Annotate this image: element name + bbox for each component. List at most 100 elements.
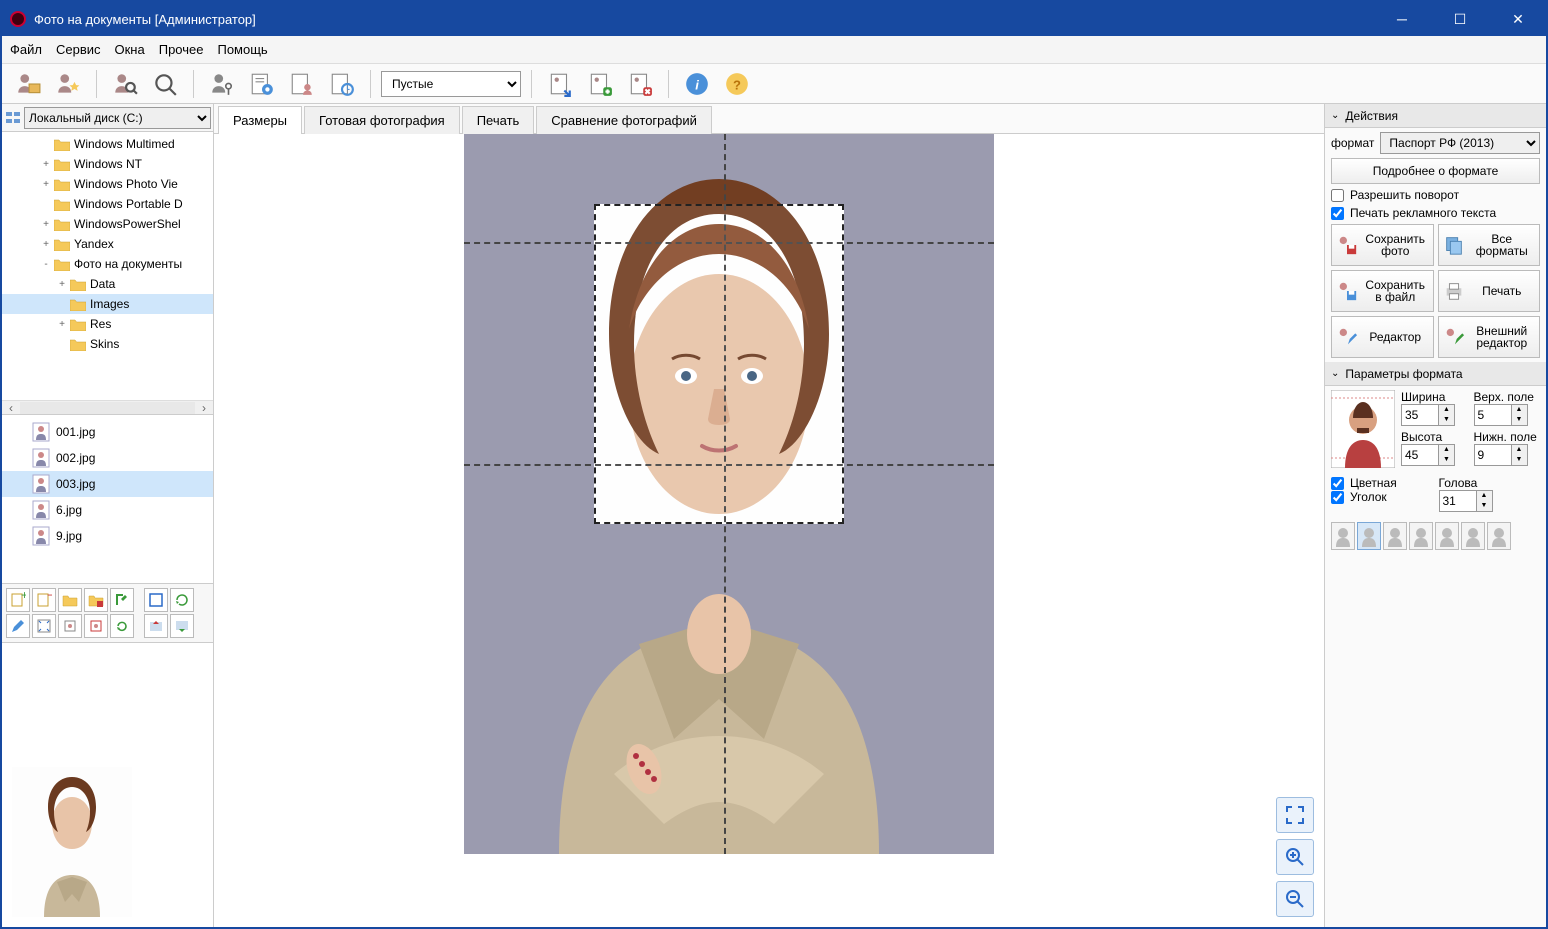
print-button[interactable]: Печать (1438, 270, 1541, 312)
tree-item[interactable]: -Фото на документы (2, 254, 213, 274)
tool-doc-arrow-icon[interactable] (542, 67, 578, 101)
actions-header[interactable]: ⌄Действия (1325, 104, 1546, 128)
mini-redcrop-icon[interactable] (84, 614, 108, 638)
tool-doc-add-icon[interactable] (582, 67, 618, 101)
params-header[interactable]: ⌄Параметры формата (1325, 362, 1546, 386)
mini-img-down-icon[interactable] (170, 614, 194, 638)
height-input[interactable]: ▲▼ (1401, 444, 1468, 466)
drive-list-icon[interactable] (4, 109, 22, 127)
format-preview-icon (1331, 390, 1395, 468)
thumbnail-image (12, 767, 132, 917)
tree-item[interactable]: Skins (2, 334, 213, 354)
height-label: Высота (1401, 430, 1468, 444)
bottom-margin-input[interactable]: ▲▼ (1474, 444, 1541, 466)
mini-crop-icon[interactable] (58, 614, 82, 638)
mini-export-icon[interactable] (110, 588, 134, 612)
tree-item[interactable]: Windows Portable D (2, 194, 213, 214)
fit-screen-icon[interactable] (1276, 797, 1314, 833)
main-toolbar: Пустые i ? (2, 64, 1546, 104)
crop-option-2[interactable] (1357, 522, 1381, 550)
folder-tree[interactable]: Windows Multimed+Windows NT+Windows Phot… (2, 132, 213, 400)
tree-hscroll[interactable]: ‹› (2, 400, 213, 414)
print-ad-checkbox[interactable]: Печать рекламного текста (1331, 206, 1540, 220)
tree-item[interactable]: +Windows NT (2, 154, 213, 174)
external-editor-button[interactable]: Внешний редактор (1438, 316, 1541, 358)
save-photo-button[interactable]: Сохранить фото (1331, 224, 1434, 266)
file-item[interactable]: 003.jpg (2, 471, 213, 497)
all-formats-button[interactable]: Все форматы (1438, 224, 1541, 266)
tool-person-search-icon[interactable] (107, 67, 143, 101)
mini-remove-file-icon[interactable]: − (32, 588, 56, 612)
zoom-out-icon[interactable] (1276, 881, 1314, 917)
color-checkbox[interactable]: Цветная (1331, 476, 1433, 490)
allow-rotate-checkbox[interactable]: Разрешить поворот (1331, 188, 1540, 202)
tab-ready-photo[interactable]: Готовая фотография (304, 106, 460, 134)
crop-option-5[interactable] (1435, 522, 1459, 550)
window-title: Фото на документы [Администратор] (34, 12, 1382, 27)
menubar: Файл Сервис Окна Прочее Помощь (2, 36, 1546, 64)
minimize-button[interactable]: ─ (1382, 5, 1422, 33)
menu-file[interactable]: Файл (10, 42, 42, 57)
tree-item[interactable]: +Yandex (2, 234, 213, 254)
tree-item[interactable]: +WindowsPowerShel (2, 214, 213, 234)
tree-item[interactable]: Images (2, 294, 213, 314)
mini-refresh-icon[interactable] (110, 614, 134, 638)
tool-person-star-icon[interactable] (50, 67, 86, 101)
top-margin-input[interactable]: ▲▼ (1474, 404, 1541, 426)
toolbar-dropdown[interactable]: Пустые (381, 71, 521, 97)
tool-doc-delete-icon[interactable] (622, 67, 658, 101)
tool-help-icon[interactable]: ? (719, 67, 755, 101)
corner-checkbox[interactable]: Уголок (1331, 490, 1433, 504)
tool-person-folder-icon[interactable] (10, 67, 46, 101)
crop-option-4[interactable] (1409, 522, 1433, 550)
mini-edit-icon[interactable] (6, 614, 30, 638)
menu-help[interactable]: Помощь (217, 42, 267, 57)
mini-fit-icon[interactable] (32, 614, 56, 638)
crop-option-7[interactable] (1487, 522, 1511, 550)
mini-folder-icon[interactable] (58, 588, 82, 612)
zoom-in-icon[interactable] (1276, 839, 1314, 875)
head-input[interactable]: ▲▼ (1439, 490, 1541, 512)
tool-zoom-icon[interactable] (147, 67, 183, 101)
svg-text:i: i (695, 77, 699, 92)
save-file-button[interactable]: Сохранить в файл (1331, 270, 1434, 312)
tree-item[interactable]: +Data (2, 274, 213, 294)
tab-sizes[interactable]: Размеры (218, 106, 302, 134)
editor-button[interactable]: Редактор (1331, 316, 1434, 358)
tree-item[interactable]: +Res (2, 314, 213, 334)
file-item[interactable]: 002.jpg (2, 445, 213, 471)
mini-folder2-icon[interactable] (84, 588, 108, 612)
crop-frame[interactable] (594, 204, 844, 524)
tool-list-gear-icon[interactable] (244, 67, 280, 101)
format-details-button[interactable]: Подробнее о формате (1331, 158, 1540, 184)
crop-option-1[interactable] (1331, 522, 1355, 550)
format-select[interactable]: Паспорт РФ (2013) (1380, 132, 1540, 154)
width-input[interactable]: ▲▼ (1401, 404, 1468, 426)
width-label: Ширина (1401, 390, 1468, 404)
tab-compare[interactable]: Сравнение фотографий (536, 106, 712, 134)
mini-rotate-icon[interactable] (170, 588, 194, 612)
menu-service[interactable]: Сервис (56, 42, 101, 57)
tree-item[interactable]: Windows Multimed (2, 134, 213, 154)
file-item[interactable]: 001.jpg (2, 419, 213, 445)
tool-list-clock-icon[interactable] (324, 67, 360, 101)
tab-print[interactable]: Печать (462, 106, 535, 134)
file-item[interactable]: 6.jpg (2, 497, 213, 523)
mini-add-file-icon[interactable]: + (6, 588, 30, 612)
photo-canvas[interactable] (214, 134, 1324, 927)
menu-windows[interactable]: Окна (115, 42, 145, 57)
tool-person-key-icon[interactable] (204, 67, 240, 101)
tree-item[interactable]: +Windows Photo Vie (2, 174, 213, 194)
menu-other[interactable]: Прочее (159, 42, 204, 57)
mini-frame-icon[interactable] (144, 588, 168, 612)
tool-info-icon[interactable]: i (679, 67, 715, 101)
maximize-button[interactable]: ☐ (1440, 5, 1480, 33)
file-item[interactable]: 9.jpg (2, 523, 213, 549)
crop-option-3[interactable] (1383, 522, 1407, 550)
tool-list-person-icon[interactable] (284, 67, 320, 101)
crop-option-6[interactable] (1461, 522, 1485, 550)
file-list[interactable]: 001.jpg002.jpg003.jpg6.jpg9.jpg (2, 414, 213, 584)
close-button[interactable]: ✕ (1498, 5, 1538, 33)
mini-img-up-icon[interactable] (144, 614, 168, 638)
drive-select[interactable]: Локальный диск (C:) (24, 107, 211, 129)
